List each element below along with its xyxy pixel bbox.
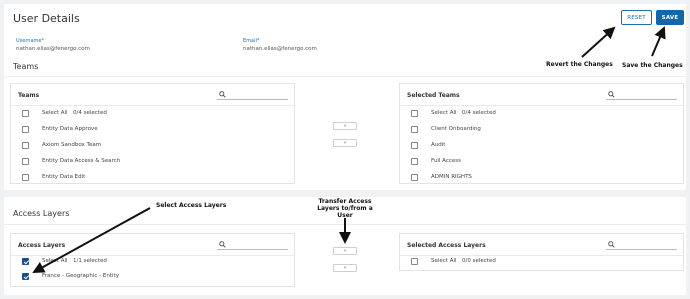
item-label: Entity Data Access & Search: [42, 158, 121, 164]
search-icon: [219, 241, 226, 248]
item-checkbox[interactable]: [411, 174, 418, 181]
item-checkbox[interactable]: [22, 142, 29, 149]
teams-available-panel: Teams Select All 0/4 selected Entity Dat…: [10, 83, 295, 184]
select-all-row[interactable]: Select All 1/1 selected: [11, 254, 294, 270]
divider: [4, 76, 686, 77]
list-item[interactable]: Full Access: [400, 154, 683, 170]
annotation-transfer: Transfer Access Layers to/from a User: [317, 198, 373, 219]
annotation-select-layers: Select Access Layers: [156, 202, 227, 209]
panel-header: Teams: [11, 84, 294, 106]
selection-count: 0/4 selected: [73, 110, 107, 116]
list-item[interactable]: Entity Data Access & Search: [11, 154, 294, 170]
access-layers-section-title: Access Layers: [13, 209, 70, 218]
item-label: Audit: [431, 142, 446, 148]
access-layers-search-input[interactable]: [217, 240, 288, 250]
item-checkbox[interactable]: [411, 142, 418, 149]
user-details-section: Username* nathan.elias@fenergo.com Email…: [4, 30, 686, 190]
teams-selected-panel: Selected Teams Select All 0/4 selected C…: [399, 83, 684, 184]
select-all-label: Select All: [431, 258, 457, 264]
list-item[interactable]: Client Onboarding: [400, 122, 683, 138]
page-title: User Details: [13, 12, 80, 25]
list-item[interactable]: Axiom Sandbox Team: [11, 138, 294, 154]
select-all-checkbox[interactable]: [22, 258, 29, 265]
teams-search-input[interactable]: [217, 90, 288, 100]
save-button[interactable]: SAVE: [656, 10, 684, 25]
annotation-save: Save the Changes: [622, 62, 683, 69]
item-checkbox[interactable]: [22, 273, 29, 280]
list-item[interactable]: Audit: [400, 138, 683, 154]
panel-header: Access Layers: [11, 234, 294, 256]
list-item[interactable]: Entity Data Edit: [11, 170, 294, 186]
selection-count: 1/1 selected: [73, 258, 107, 264]
select-all-label: Select All: [42, 258, 68, 264]
access-layers-available-panel: Access Layers Select All 1/1 selected Fr…: [10, 233, 295, 287]
select-all-label: Select All: [431, 110, 457, 116]
select-all-checkbox[interactable]: [411, 110, 418, 117]
selected-teams-search-input[interactable]: [606, 90, 677, 100]
item-checkbox[interactable]: [22, 126, 29, 133]
selected-access-layers-search-input[interactable]: [606, 240, 677, 250]
search-icon: [219, 91, 226, 98]
username-label: Username*: [16, 38, 44, 44]
move-left-button[interactable]: «: [333, 264, 357, 272]
move-left-button[interactable]: «: [333, 139, 357, 147]
reset-button[interactable]: RESET: [621, 10, 652, 25]
item-label: France - Geographic - Entity: [42, 273, 119, 279]
email-label: Email*: [243, 38, 260, 44]
select-all-row[interactable]: Select All 0/4 selected: [11, 106, 294, 122]
panel-title: Selected Access Layers: [407, 242, 486, 249]
selection-count: 0/0 selected: [462, 258, 496, 264]
panel-header: Selected Access Layers: [400, 234, 683, 256]
list-item[interactable]: France - Geographic - Entity: [11, 269, 294, 285]
panel-title: Selected Teams: [407, 92, 460, 99]
select-all-checkbox[interactable]: [411, 258, 418, 265]
item-label: Full Access: [431, 158, 461, 164]
item-checkbox[interactable]: [22, 158, 29, 165]
item-checkbox[interactable]: [411, 126, 418, 133]
select-all-label: Select All: [42, 110, 68, 116]
panel-title: Access Layers: [18, 242, 66, 249]
search-icon: [608, 241, 615, 248]
annotation-revert: Revert the Changes: [546, 61, 613, 68]
move-right-button[interactable]: »: [333, 122, 357, 130]
access-layers-selected-panel: Selected Access Layers Select All 0/0 se…: [399, 233, 684, 271]
item-label: Entity Data Edit: [42, 174, 86, 180]
select-all-row[interactable]: Select All 0/4 selected: [400, 106, 683, 122]
email-value: nathan.elias@fenergo.com: [243, 46, 317, 52]
item-checkbox[interactable]: [22, 174, 29, 181]
select-all-checkbox[interactable]: [22, 110, 29, 117]
teams-section-title: Teams: [13, 62, 39, 71]
selection-count: 0/4 selected: [462, 110, 496, 116]
item-checkbox[interactable]: [411, 158, 418, 165]
select-all-row[interactable]: Select All 0/0 selected: [400, 254, 683, 270]
username-value: nathan.elias@fenergo.com: [16, 46, 90, 52]
list-item[interactable]: ADMIN RIGHTS: [400, 170, 683, 186]
search-icon: [608, 91, 615, 98]
item-label: Entity Data Approve: [42, 126, 98, 132]
move-right-button[interactable]: »: [333, 247, 357, 255]
item-label: Axiom Sandbox Team: [42, 142, 102, 148]
item-label: ADMIN RIGHTS: [431, 174, 472, 180]
page-header: User Details RESET SAVE: [4, 4, 686, 30]
divider: [4, 224, 686, 225]
list-item[interactable]: Entity Data Approve: [11, 122, 294, 138]
item-label: Client Onboarding: [431, 126, 481, 132]
panel-header: Selected Teams: [400, 84, 683, 106]
panel-title: Teams: [18, 92, 40, 99]
